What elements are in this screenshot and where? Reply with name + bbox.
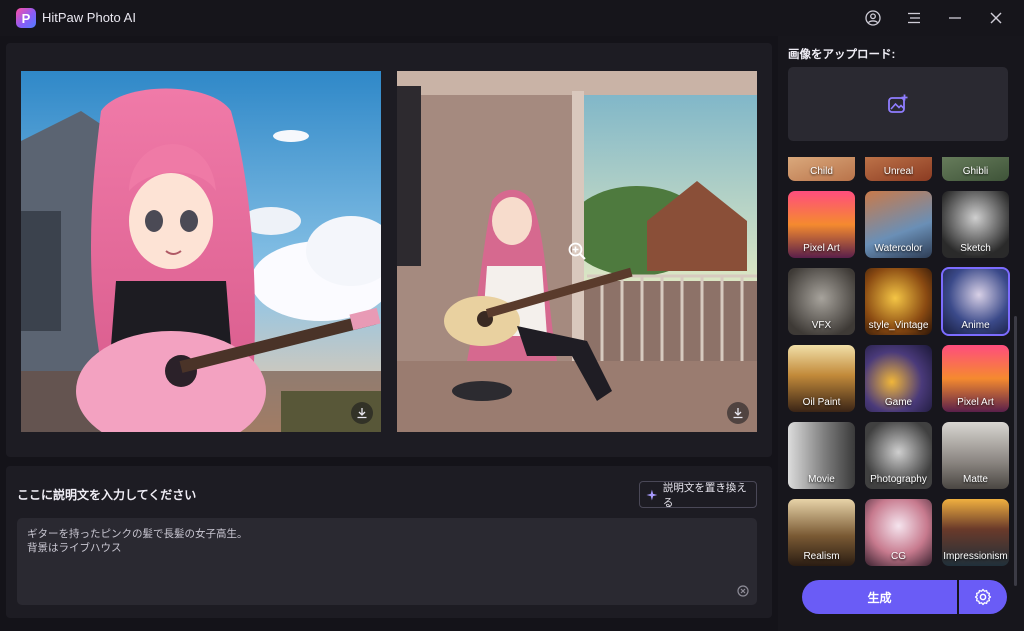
style-tile-ghibli[interactable]: Ghibli (942, 157, 1009, 181)
style-tile-movie[interactable]: Movie (788, 422, 855, 489)
style-label: Child (810, 166, 833, 177)
style-tile-pixel-art[interactable]: Pixel Art (788, 191, 855, 258)
clear-circle-icon[interactable] (737, 585, 749, 597)
style-tile-oil-paint[interactable]: Oil Paint (788, 345, 855, 412)
style-tile-anime[interactable]: Anime (941, 267, 1010, 336)
preview-panel (6, 43, 772, 457)
anime-girl-guitar-illustration (21, 71, 381, 432)
style-label: VFX (811, 320, 832, 331)
style-label: Pixel Art (957, 397, 994, 408)
prompt-panel: ここに説明文を入力してください 説明文を置き換える ギターを持ったピンクの髪で長… (6, 466, 772, 618)
add-image-icon (888, 94, 908, 113)
title-bar: P HitPaw Photo AI (0, 0, 1024, 36)
style-label: Unreal (883, 166, 914, 177)
style-tile-pixel-art-2[interactable]: Pixel Art (942, 345, 1009, 412)
style-grid: Child Unreal Ghibli Pixel Art Watercolor… (778, 157, 1024, 604)
style-label: Game (884, 397, 913, 408)
replace-description-button[interactable]: 説明文を置き換える (639, 481, 757, 509)
download-icon (733, 408, 743, 419)
style-label: Matte (962, 474, 988, 485)
hamburger-menu-icon (908, 12, 920, 24)
style-scrollbar[interactable] (1014, 316, 1017, 586)
account-button[interactable] (860, 6, 886, 30)
style-label: Pixel Art (803, 243, 840, 254)
style-label: Ghibli (962, 166, 989, 177)
download-original-button[interactable] (351, 402, 373, 424)
gear-icon (974, 588, 992, 606)
style-tile-sketch[interactable]: Sketch (942, 191, 1009, 258)
close-icon (990, 12, 1002, 24)
user-circle-icon (865, 10, 881, 26)
minimize-icon (949, 17, 961, 19)
style-label: Impressionism (943, 551, 1008, 562)
style-label: style_Vintage (868, 320, 929, 331)
menu-button[interactable] (901, 6, 927, 30)
generate-button[interactable]: 生成 (802, 580, 957, 614)
style-label: Sketch (960, 243, 991, 254)
original-image[interactable] (21, 71, 381, 432)
upload-image-button[interactable] (788, 67, 1008, 141)
prompt-textarea[interactable]: ギターを持ったピンクの髪で長髪の女子高生。 背景はライブハウス (17, 518, 757, 605)
sparkle-icon (646, 489, 658, 500)
zoom-in-icon[interactable] (567, 241, 587, 261)
download-generated-button[interactable] (727, 402, 749, 424)
replace-description-label: 説明文を置き換える (662, 481, 747, 509)
upload-label: 画像をアップロード: (788, 49, 896, 61)
style-tile-matte[interactable]: Matte (942, 422, 1009, 489)
prompt-line: 背景はライブハウス (27, 542, 122, 554)
minimize-button[interactable] (942, 6, 968, 30)
style-label: Realism (803, 551, 840, 562)
style-label: Anime (961, 320, 990, 331)
style-tile-vintage[interactable]: style_Vintage (865, 268, 932, 335)
style-label: Movie (808, 474, 835, 485)
settings-button[interactable] (959, 580, 1007, 614)
style-tile-impressionism[interactable]: Impressionism (942, 499, 1009, 566)
style-tile-child[interactable]: Child (788, 157, 855, 181)
style-label: Photography (870, 474, 927, 485)
style-tile-vfx[interactable]: VFX (788, 268, 855, 335)
style-label: Oil Paint (802, 397, 841, 408)
style-label: Watercolor (874, 243, 923, 254)
style-tile-unreal[interactable]: Unreal (865, 157, 932, 181)
style-tile-cg[interactable]: CG (865, 499, 932, 566)
style-label: CG (891, 551, 906, 562)
download-icon (357, 408, 367, 419)
style-tile-game[interactable]: Game (865, 345, 932, 412)
close-button[interactable] (983, 6, 1009, 30)
style-sidebar: 画像をアップロード: Child Unreal Ghibli Pixel Art… (778, 36, 1024, 631)
generated-image[interactable] (397, 71, 757, 432)
style-tile-photography[interactable]: Photography (865, 422, 932, 489)
style-tile-watercolor[interactable]: Watercolor (865, 191, 932, 258)
style-tile-realism[interactable]: Realism (788, 499, 855, 566)
app-title: HitPaw Photo AI (42, 10, 136, 25)
prompt-line: ギターを持ったピンクの髪で長髪の女子高生。 (27, 528, 248, 540)
prompt-label: ここに説明文を入力してください (17, 488, 197, 502)
app-logo-icon: P (16, 8, 36, 28)
